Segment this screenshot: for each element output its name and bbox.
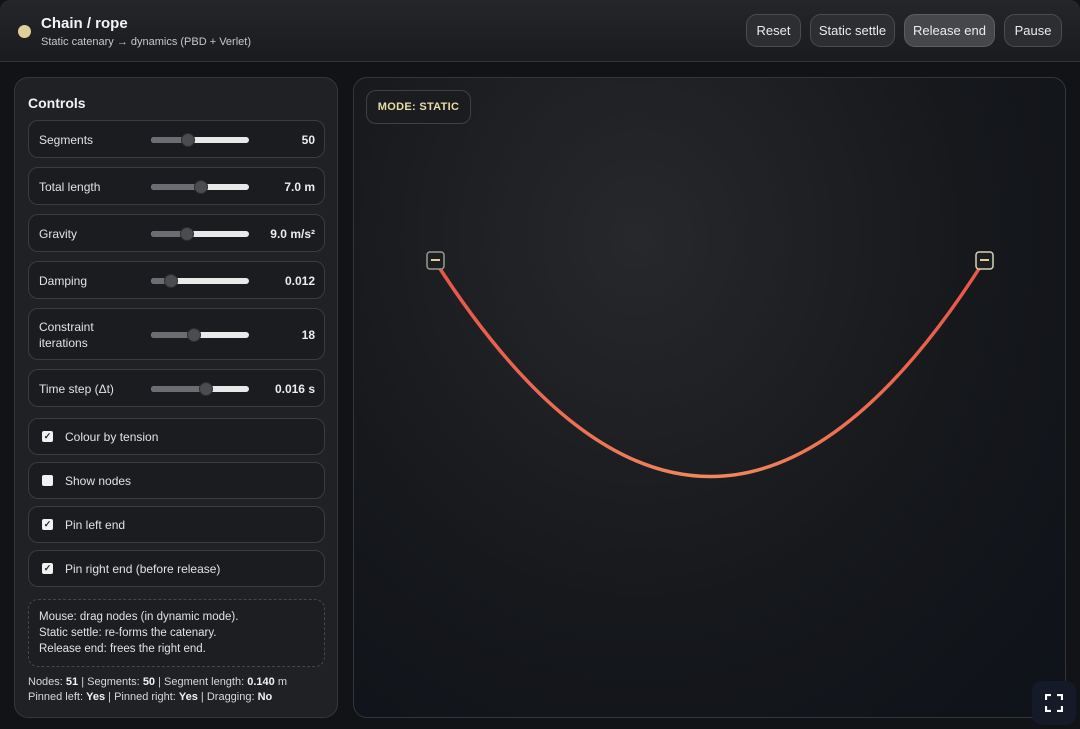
stat-label: Pinned left: [28,691,84,703]
slider-label: Segments [39,133,94,147]
slider-value: 0.012 [284,274,315,288]
stat-segment-length: 0.140 [247,676,275,688]
stat-label: Pinned right: [114,691,176,703]
stat-label: Dragging: [206,691,255,703]
slider-value: 18 [301,328,315,342]
mode-badge: MODE: STATIC [366,90,471,124]
total-length-slider[interactable] [151,180,249,194]
stat-pinned-left: Yes [86,691,106,703]
slider-thumb[interactable] [193,180,208,194]
fullscreen-button[interactable] [1032,681,1076,725]
show-nodes-toggle[interactable]: Show nodes [28,462,325,499]
slider-thumb[interactable] [180,227,195,241]
slider-thumb[interactable] [181,133,196,147]
total-length-control: Total length 7.0 m [28,167,325,205]
gravity-slider[interactable] [151,227,249,241]
static-settle-button[interactable]: Static settle [810,14,895,47]
slider-label: Damping [39,274,88,288]
slider-label: Constraint iterations [39,320,94,350]
slider-thumb[interactable] [163,274,178,288]
rope-drawing[interactable] [354,78,1066,718]
help-text-box: Mouse: drag nodes (in dynamic mode). Sta… [28,599,325,667]
slider-value: 9.0 m/s² [270,227,315,241]
checkbox-label: Pin left end [65,518,126,532]
checkbox[interactable]: ✓ [42,519,53,530]
left-pin-anchor[interactable] [426,251,445,270]
checkbox-label: Colour by tension [65,430,159,444]
status-dot-icon [18,25,31,38]
panel-title: Controls [28,95,86,111]
slider-label: Time step (Δt) [39,382,114,396]
checkbox[interactable] [42,475,53,486]
stats-line-2: Pinned left: Yes | Pinned right: Yes | D… [28,691,273,703]
constraint-iterations-control: Constraint iterations 18 [28,308,325,360]
damping-slider[interactable] [151,274,249,288]
right-pin-anchor[interactable] [975,251,994,270]
stats-line-1: Nodes: 51 | Segments: 50 | Segment lengt… [28,676,287,688]
reset-button[interactable]: Reset [746,14,801,47]
stat-label: Nodes: [28,676,63,688]
stat-label: Segments: [87,676,140,688]
checkbox[interactable]: ✓ [42,563,53,574]
slider-label: Total length [39,180,101,194]
top-bar: Chain / rope Static catenary → dynamics … [0,0,1080,62]
stat-unit: m [277,676,287,688]
fullscreen-icon [1045,694,1063,712]
time-step-slider[interactable] [151,382,249,396]
checkbox-label: Show nodes [65,474,132,488]
checkbox[interactable]: ✓ [42,431,53,442]
help-line: Release end: frees the right end. [39,643,206,655]
stat-label: Segment length: [164,676,245,688]
pin-right-end-toggle[interactable]: ✓ Pin right end (before release) [28,550,325,587]
checkbox-label: Pin right end (before release) [65,562,221,576]
stat-dragging: No [257,691,273,703]
segments-control: Segments 50 [28,120,325,158]
damping-control: Damping 0.012 [28,261,325,299]
simulation-canvas[interactable]: MODE: STATIC [353,77,1066,718]
controls-panel: Controls Segments 50 Total length 7.0 m … [14,77,338,718]
slider-label: Gravity [39,227,78,241]
gravity-control: Gravity 9.0 m/s² [28,214,325,252]
pin-left-end-toggle[interactable]: ✓ Pin left end [28,506,325,543]
pause-button[interactable]: Pause [1004,14,1062,47]
slider-thumb[interactable] [187,328,202,342]
help-line: Mouse: drag nodes (in dynamic mode). [39,611,239,623]
slider-value: 0.016 s [274,382,315,396]
time-step-control: Time step (Δt) 0.016 s [28,369,325,407]
app-subtitle: Static catenary → dynamics (PBD + Verlet… [41,36,251,48]
stat-segments: 50 [142,676,156,688]
slider-value: 50 [301,133,315,147]
slider-thumb[interactable] [198,382,213,396]
constraint-iterations-slider[interactable] [151,328,249,342]
colour-by-tension-toggle[interactable]: ✓ Colour by tension [28,418,325,455]
rope-curve[interactable] [433,259,986,479]
app-title: Chain / rope [41,15,128,32]
help-line: Static settle: re-forms the catenary. [39,627,217,639]
release-end-button[interactable]: Release end [904,14,995,47]
stat-nodes: 51 [65,676,79,688]
slider-fill [151,386,206,392]
stat-pinned-right: Yes [178,691,198,703]
slider-value: 7.0 m [284,180,315,194]
segments-slider[interactable] [151,133,249,147]
